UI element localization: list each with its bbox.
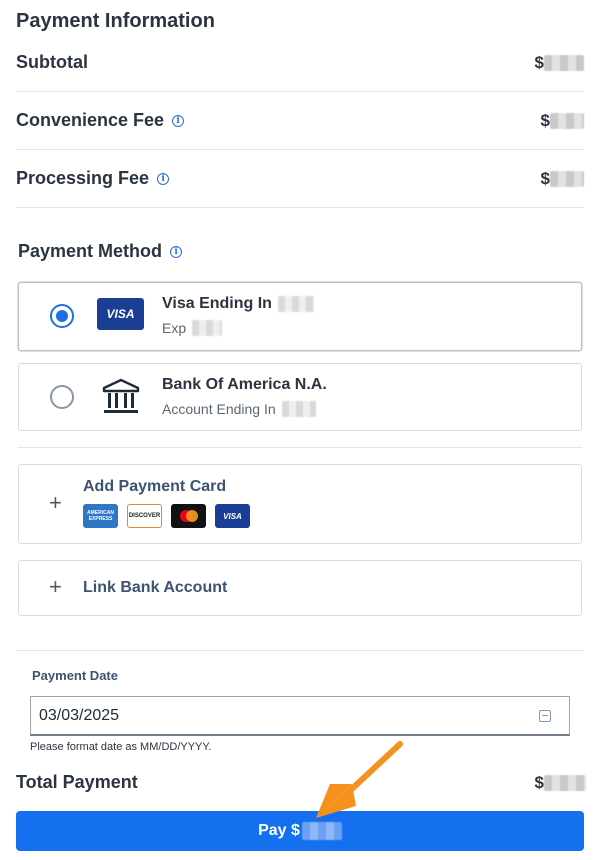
amex-logo: AMERICAN EXPRESS — [83, 504, 118, 528]
redacted-value — [301, 822, 342, 840]
payment-date-input[interactable]: 03/03/2025 — [30, 696, 570, 736]
add-payment-card-label: Add Payment Card — [83, 478, 227, 495]
plus-icon: + — [49, 574, 62, 599]
info-icon[interactable]: i — [157, 172, 170, 185]
subtotal-amount: $ — [535, 53, 584, 73]
link-bank-account-label: Link Bank Account — [83, 579, 228, 596]
info-icon[interactable]: i — [170, 245, 183, 258]
page-title: Payment Information — [16, 10, 215, 32]
link-bank-account[interactable]: + Link Bank Account — [18, 560, 582, 616]
calendar-icon[interactable] — [539, 710, 551, 722]
processing-fee-amount: $ — [541, 169, 584, 189]
divider — [18, 447, 582, 448]
visa-mini-logo: VISA — [215, 504, 250, 528]
info-icon[interactable]: i — [172, 114, 185, 127]
redacted-value — [550, 112, 584, 129]
add-payment-card[interactable]: + Add Payment Card AMERICAN EXPRESS DISC… — [18, 464, 582, 544]
date-format-hint: Please format date as MM/DD/YYYY. — [30, 741, 212, 753]
mastercard-logo — [171, 504, 206, 528]
redacted-value — [550, 170, 584, 187]
redacted-value — [281, 401, 316, 417]
discover-logo: DISCOVER — [127, 504, 162, 528]
pay-button[interactable]: Pay $ — [16, 811, 584, 851]
divider — [16, 650, 584, 651]
redacted-value — [544, 54, 584, 71]
bank-option-name: Bank Of America N.A. — [162, 376, 327, 393]
processing-fee-row: Processing Fee i $ — [16, 150, 584, 208]
visa-logo: VISA — [97, 298, 144, 330]
total-payment-label: Total Payment — [16, 772, 138, 792]
redacted-value — [192, 320, 223, 336]
bank-icon — [102, 378, 140, 413]
payment-option-visa[interactable]: VISA Visa Ending In Exp — [18, 282, 582, 351]
convenience-fee-row: Convenience Fee i $ — [16, 92, 584, 150]
plus-icon: + — [49, 490, 62, 515]
payment-method-title: Payment Method i — [18, 241, 183, 262]
convenience-fee-label: Convenience Fee i — [16, 110, 185, 131]
subtotal-row: Subtotal $ — [16, 34, 584, 92]
total-payment-amount: $ — [535, 773, 586, 793]
payment-date-label: Payment Date — [32, 668, 118, 683]
redacted-value — [277, 296, 314, 312]
visa-option-exp: Exp — [162, 320, 223, 336]
subtotal-label: Subtotal — [16, 52, 88, 72]
visa-option-name: Visa Ending In — [162, 295, 314, 313]
bank-option-account: Account Ending In — [162, 401, 316, 417]
redacted-value — [544, 775, 586, 791]
radio-selected[interactable] — [50, 304, 74, 328]
convenience-fee-amount: $ — [541, 111, 584, 131]
radio-unselected[interactable] — [50, 385, 74, 409]
processing-fee-label: Processing Fee i — [16, 168, 170, 189]
payment-option-bank[interactable]: Bank Of America N.A. Account Ending In — [18, 363, 582, 431]
